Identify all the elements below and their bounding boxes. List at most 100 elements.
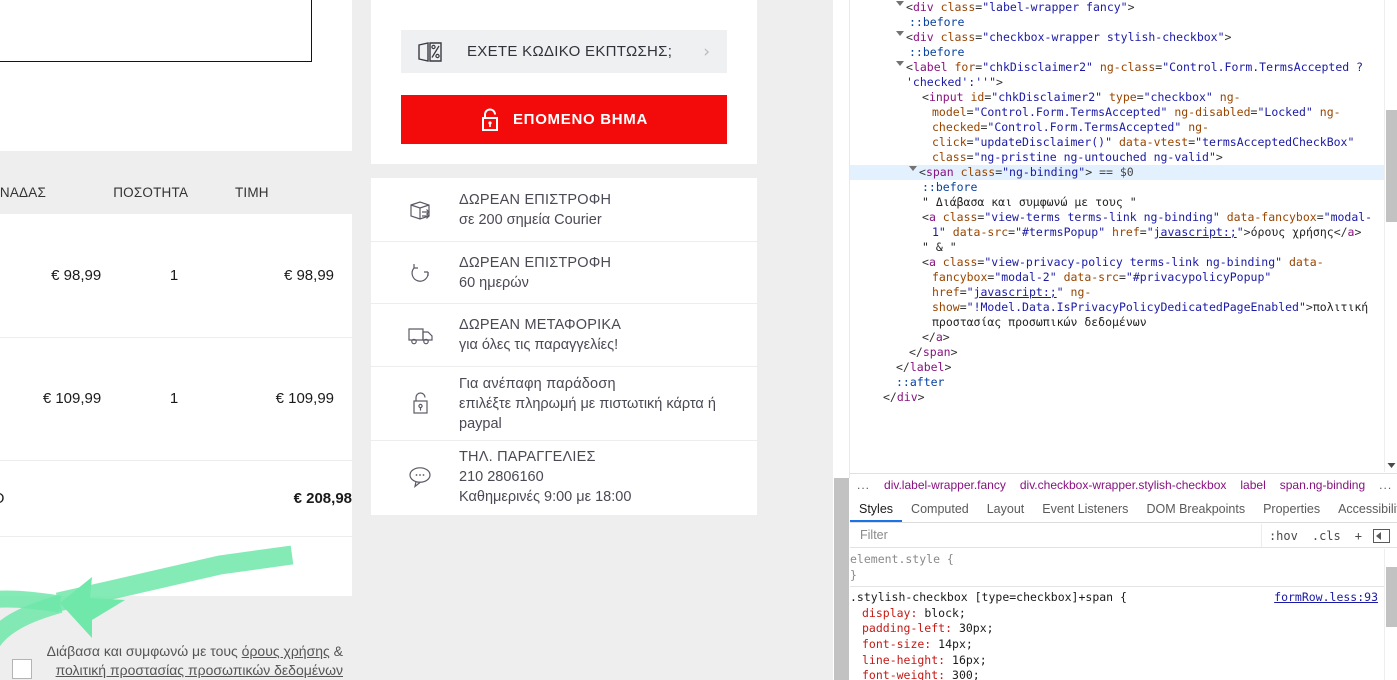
benefit-hours: Καθημερινές 9:00 με 18:00: [459, 489, 632, 505]
tab-event-listeners[interactable]: Event Listeners: [1033, 496, 1137, 522]
dom-tree-scrollbar-thumb[interactable]: [1386, 110, 1397, 222]
breadcrumb-item-3[interactable]: label: [1233, 478, 1272, 492]
dom-node[interactable]: <input id="chkDisclaimer2" type="checkbo…: [850, 90, 1384, 165]
dom-node[interactable]: ::after: [850, 375, 1384, 390]
dom-node[interactable]: <label for="chkDisclaimer2" ng-class="Co…: [850, 60, 1384, 90]
tab-properties[interactable]: Properties: [1254, 496, 1329, 522]
dom-node[interactable]: </span>: [850, 345, 1384, 360]
element-style-close: }: [850, 567, 857, 582]
dom-token: label: [912, 60, 948, 74]
breadcrumb-item-4[interactable]: span.ng-binding: [1273, 478, 1372, 492]
devtools-sidebar-tabs[interactable]: Styles Computed Layout Event Listeners DOM B…: [850, 496, 1397, 523]
tab-layout[interactable]: Layout: [978, 496, 1034, 522]
style-declaration[interactable]: padding-left: 30px;: [850, 621, 1384, 637]
dom-node[interactable]: <a class="view-privacy-policy terms-link…: [850, 255, 1384, 330]
dom-node-selected[interactable]: ...<span class="ng-binding"> == $0: [850, 165, 1384, 180]
dom-node[interactable]: <div class="label-wrapper fancy">: [850, 0, 1384, 15]
new-style-rule-button[interactable]: +: [1348, 529, 1369, 543]
style-declaration[interactable]: font-weight: 300;: [850, 668, 1384, 680]
styles-filter-input[interactable]: Filter: [850, 524, 1262, 547]
tab-computed[interactable]: Computed: [902, 496, 978, 522]
benefit-title: ΤΗΛ. ΠΑΡΑΓΓΕΛΙΕΣ: [459, 449, 596, 465]
dom-token: " & ": [922, 240, 957, 254]
disclosure-triangle-icon[interactable]: [896, 61, 904, 69]
dom-token: class: [933, 30, 976, 44]
privacy-policy-link[interactable]: πολιτική προστασίας προσωπικών δεδομένων: [56, 662, 343, 678]
declaration-value[interactable]: 14px;: [938, 637, 973, 651]
terms-accepted-checkbox[interactable]: [12, 659, 32, 679]
address-card: [0, 0, 352, 151]
dom-token: a: [935, 330, 943, 344]
breadcrumb-item-0[interactable]: ...: [850, 478, 877, 492]
dom-token: >: [950, 345, 958, 359]
declaration-property[interactable]: padding-left:: [862, 621, 959, 635]
dom-node[interactable]: " Διάβασα και συμφωνώ με τους ": [850, 195, 1384, 210]
scroll-down-arrow-icon[interactable]: [1385, 458, 1397, 472]
dom-node[interactable]: </label>: [850, 360, 1384, 375]
declaration-value[interactable]: 30px;: [959, 621, 994, 635]
declaration-value[interactable]: block;: [924, 606, 966, 620]
styles-pane-scrollbar-thumb[interactable]: [1386, 567, 1397, 627]
dom-token: "#termsPopup": [1015, 225, 1106, 239]
toggle-sidebar-icon[interactable]: [1373, 528, 1390, 543]
style-declaration[interactable]: display: block;: [850, 606, 1384, 622]
dom-token: div: [912, 0, 934, 14]
breadcrumb-item-1[interactable]: div.label-wrapper.fancy: [877, 478, 1013, 492]
declaration-property[interactable]: display:: [862, 606, 924, 620]
tab-accessibility[interactable]: Accessibility: [1329, 496, 1397, 522]
devtools-vertical-scrollbar[interactable]: [834, 478, 849, 680]
styles-pane-scrollbar[interactable]: [1384, 549, 1397, 680]
styles-filter-bar: Filter :hov .cls +: [850, 524, 1397, 548]
styles-pane[interactable]: element.style { } formRow.less:93 .styli…: [850, 549, 1384, 680]
dom-token: ::before: [909, 15, 965, 29]
style-rule-selector[interactable]: .stylish-checkbox [type=checkbox]+span {: [850, 590, 1127, 604]
tab-dom-breakpoints[interactable]: DOM Breakpoints: [1137, 496, 1254, 522]
dom-node[interactable]: </div>: [850, 390, 1384, 405]
dom-token: javascript:;: [973, 285, 1057, 299]
declaration-value[interactable]: 300;: [952, 668, 980, 680]
benefit-title: Για ανέπαφη παράδοση: [459, 375, 616, 392]
style-rule-source-link[interactable]: formRow.less:93: [1274, 590, 1384, 606]
dom-node[interactable]: ::before: [850, 180, 1384, 195]
chevron-right-icon: ›: [703, 41, 710, 62]
declaration-property[interactable]: font-size:: [862, 637, 938, 651]
dom-node[interactable]: <a class="view-terms terms-link ng-bindi…: [850, 210, 1384, 240]
cls-toggle-button[interactable]: .cls: [1305, 529, 1348, 543]
next-step-button[interactable]: ΕΠΟΜΕΝΟ ΒΗΜΑ: [401, 95, 727, 144]
disclosure-triangle-icon[interactable]: [909, 166, 917, 174]
breadcrumb-item-2[interactable]: div.checkbox-wrapper.stylish-checkbox: [1013, 478, 1234, 492]
dom-token: " Διάβασα και συμφωνώ με τους ": [922, 195, 1137, 209]
dom-node[interactable]: </a>: [850, 330, 1384, 345]
dom-token: href: [1105, 225, 1140, 239]
hov-toggle-button[interactable]: :hov: [1262, 529, 1305, 543]
dom-breadcrumb[interactable]: ... div.label-wrapper.fancy div.checkbox-w…: [850, 473, 1397, 495]
tab-styles[interactable]: Styles: [850, 496, 902, 522]
dom-tree-view[interactable]: <div class="label-wrapper fancy">::befor…: [850, 0, 1384, 472]
style-declarations[interactable]: display: block; padding-left: 30px; font-s…: [850, 606, 1384, 680]
style-declaration[interactable]: font-size: 14px;: [850, 637, 1384, 653]
declaration-value[interactable]: 16px;: [952, 653, 987, 667]
terms-of-use-link[interactable]: όρους χρήσης: [242, 643, 330, 659]
dom-token: =: [959, 300, 967, 314]
disclosure-triangle-icon[interactable]: [896, 1, 904, 9]
dom-node[interactable]: ::before: [850, 45, 1384, 60]
discount-code-row[interactable]: ΕΧΕΤΕ ΚΩΔΙΚΟ ΕΚΠΤΩΣΗΣ; ›: [401, 30, 727, 73]
style-declaration[interactable]: line-height: 16px;: [850, 653, 1384, 669]
dom-node[interactable]: <div class="checkbox-wrapper stylish-che…: [850, 30, 1384, 45]
lock-icon: [481, 108, 498, 131]
dom-token: >: [1224, 30, 1232, 44]
dom-tree-scrollbar[interactable]: [1384, 0, 1397, 472]
dom-token: <: [922, 90, 929, 104]
dom-node[interactable]: " & ": [850, 240, 1384, 255]
declaration-property[interactable]: font-weight:: [862, 668, 952, 680]
dom-node[interactable]: ::before: [850, 15, 1384, 30]
benefit-subtitle: 60 ημερών: [459, 274, 529, 291]
breadcrumb-item-5[interactable]: ...: [1372, 478, 1397, 492]
dom-token: "view-privacy-policy terms-link ng-bindi…: [984, 255, 1283, 269]
disclosure-triangle-icon[interactable]: [896, 31, 904, 39]
dom-token: a: [928, 255, 936, 269]
address-input-box[interactable]: [0, 0, 312, 62]
benefit-title: ΔΩΡΕΑΝ ΕΠΙΣΤΡΟΦΗ: [459, 254, 612, 271]
dom-token: >: [917, 390, 925, 404]
declaration-property[interactable]: line-height:: [862, 653, 952, 667]
